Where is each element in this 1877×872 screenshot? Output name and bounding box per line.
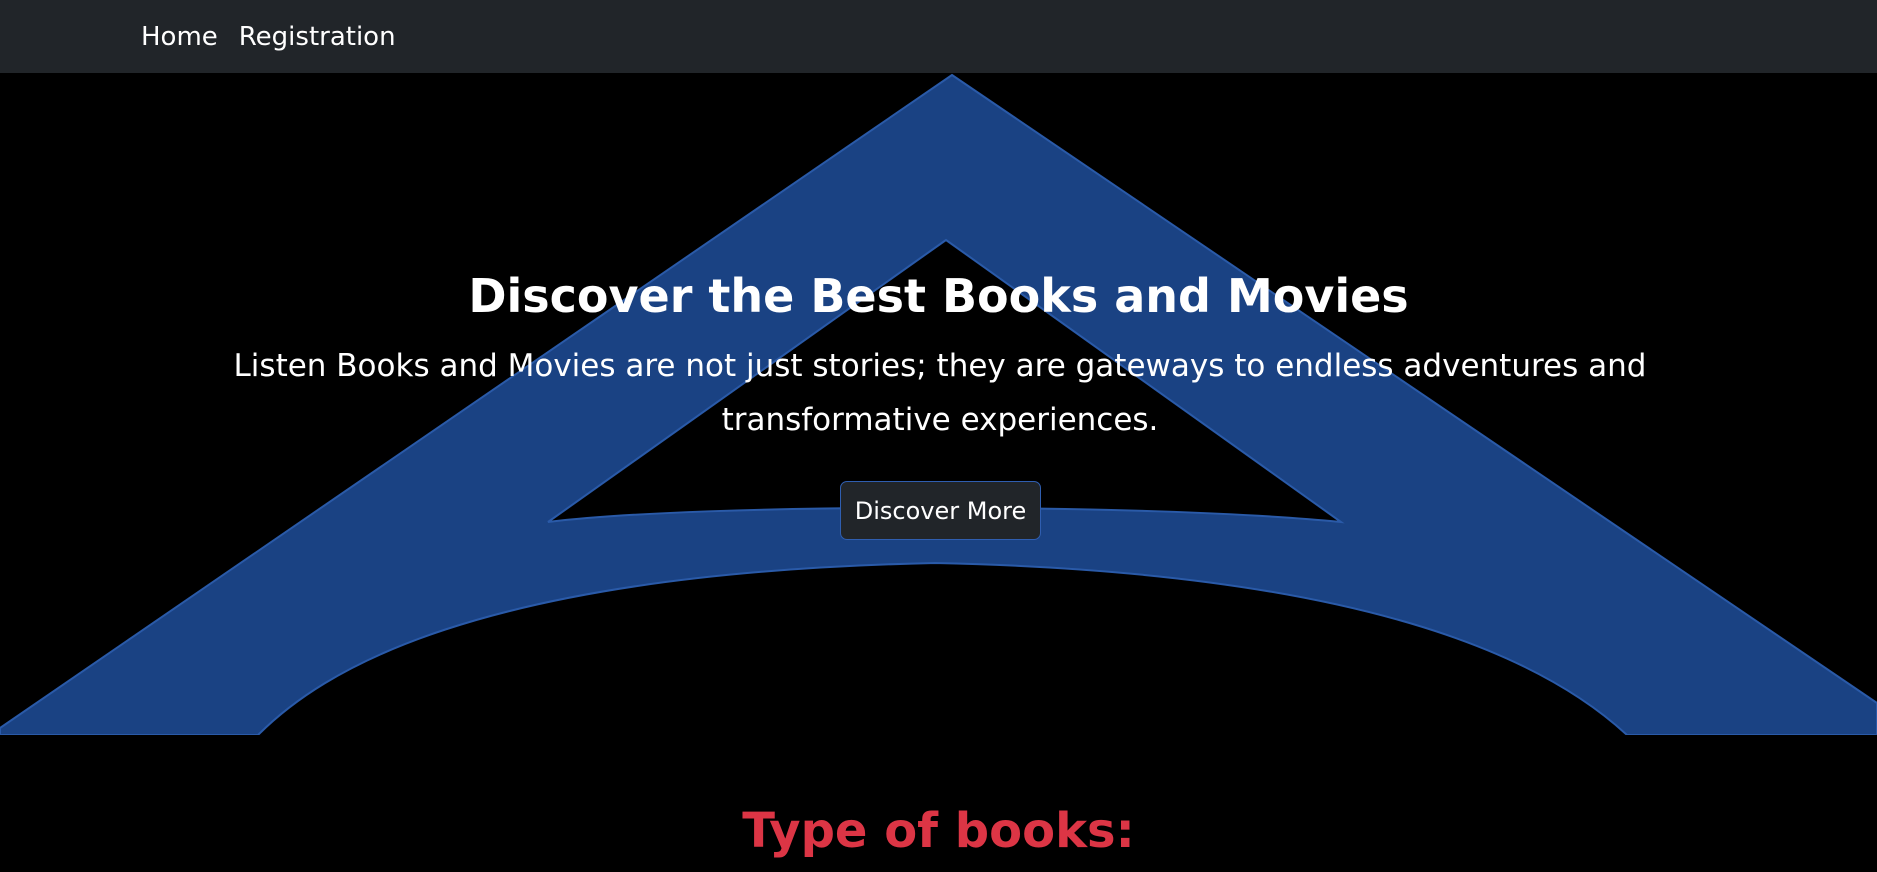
- nav-link-home[interactable]: Home: [141, 24, 218, 50]
- nav-link-registration[interactable]: Registration: [239, 24, 396, 50]
- hero-section: Discover the Best Books and Movies Liste…: [0, 73, 1877, 735]
- hero-title: Discover the Best Books and Movies: [468, 269, 1409, 323]
- navbar: Home Registration: [0, 0, 1877, 73]
- discover-more-button[interactable]: Discover More: [840, 481, 1041, 540]
- hero-description: Listen Books and Movies are not just sto…: [233, 348, 1647, 438]
- section-title-book-types: Type of books:: [742, 803, 1135, 859]
